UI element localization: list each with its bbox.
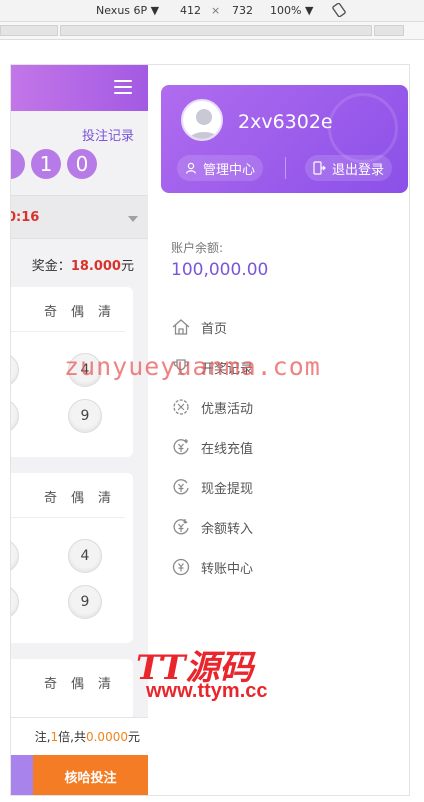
quick-options: 奇 偶 清 xyxy=(11,673,133,692)
menu-icon[interactable] xyxy=(114,80,132,94)
nav-label: 余额转入 xyxy=(201,521,254,537)
bet-record-link[interactable]: 投注记录 xyxy=(82,125,134,144)
number-ball[interactable]: 9 xyxy=(68,585,102,619)
user-card: 2xv6302e 管理中心 退出登录 xyxy=(161,85,408,193)
number-ball[interactable]: 9 xyxy=(68,399,102,433)
brand-url: www.ttym.cc xyxy=(146,680,268,702)
bottom-action-bar: 核哈投注 xyxy=(11,755,148,795)
option-odd[interactable]: 奇 xyxy=(44,487,57,506)
number-ball[interactable]: 8 xyxy=(11,399,19,433)
rotate-icon[interactable] xyxy=(332,3,346,17)
user-actions: 管理中心 退出登录 xyxy=(161,155,408,181)
option-clear[interactable]: 清 xyxy=(98,301,111,320)
username: 2xv6302e xyxy=(238,111,333,133)
confirm-bet-button[interactable]: 核哈投注 xyxy=(33,755,148,795)
card-watermark xyxy=(328,93,398,163)
chevron-down-icon[interactable] xyxy=(128,216,138,222)
result-ball: 1 xyxy=(31,149,61,179)
option-clear[interactable]: 清 xyxy=(98,487,111,506)
number-ball[interactable]: 4 xyxy=(68,539,102,573)
result-balls: 1 0 xyxy=(11,149,97,179)
transfer-center-icon xyxy=(171,557,191,577)
action-separator xyxy=(285,157,286,179)
bet-amount: 0.0000 xyxy=(85,729,128,744)
nav-item-recharge[interactable]: 在线充值 xyxy=(171,435,391,459)
bet-multiple: 1 xyxy=(50,729,59,744)
avatar[interactable] xyxy=(181,99,223,141)
option-even[interactable]: 偶 xyxy=(71,673,84,692)
result-ball xyxy=(11,149,25,179)
balance-value: 100,000.00 xyxy=(171,260,269,280)
countdown-timer: 0:16 xyxy=(11,210,40,225)
bet-mid: 倍,共 xyxy=(58,730,86,744)
zoom-select[interactable]: 100% ▼ xyxy=(270,4,313,17)
nav-label: 优惠活动 xyxy=(201,401,254,417)
quick-options: 奇 偶 清 xyxy=(11,301,133,320)
main-page: 投注记录 1 0 0:16 奖金：18.000元 奇 偶 清 3 4 8 9 xyxy=(11,65,148,795)
nav-label: 首页 xyxy=(201,321,228,337)
bet-summary: 注, 1 倍,共 0.0000 元 xyxy=(11,717,148,755)
prize-info: 奖金：18.000元 xyxy=(32,255,134,274)
logout-label: 退出登录 xyxy=(332,162,385,178)
bet-card: 奇 偶 清 3 4 8 9 xyxy=(11,473,133,643)
withdraw-icon xyxy=(171,477,191,497)
nav-label: 现金提现 xyxy=(201,481,254,497)
nav-item-home[interactable]: 首页 xyxy=(171,315,391,339)
nav-label: 转账中心 xyxy=(201,561,254,577)
bottom-left-button[interactable] xyxy=(11,755,33,795)
countdown-row[interactable]: 0:16 xyxy=(11,195,148,239)
prize-value: 18.000 xyxy=(70,259,121,274)
user-icon xyxy=(188,109,220,139)
ruler-segment[interactable] xyxy=(0,25,58,36)
nav-item-promotions[interactable]: 优惠活动 xyxy=(171,395,391,419)
bet-prefix: 注, xyxy=(34,730,51,744)
quick-options: 奇 偶 清 xyxy=(11,487,133,506)
prize-unit: 元 xyxy=(120,259,134,274)
media-query-ruler xyxy=(0,22,424,40)
devtools-toolbar: Nexus 6P ▼ 412 × 732 100% ▼ xyxy=(0,0,424,22)
ruler-segment[interactable] xyxy=(60,25,372,36)
home-icon xyxy=(171,317,191,337)
number-ball[interactable]: 3 xyxy=(11,539,19,573)
nav-item-withdraw[interactable]: 现金提现 xyxy=(171,475,391,499)
bet-card: 奇 偶 清 xyxy=(11,659,133,719)
option-clear[interactable]: 清 xyxy=(98,673,111,692)
balance-label: 账户余额: xyxy=(171,241,224,255)
top-bar xyxy=(11,65,148,111)
logout-icon xyxy=(313,161,326,175)
divider xyxy=(11,517,125,518)
nav-item-transfer-center[interactable]: 转账中心 xyxy=(171,555,391,579)
number-ball[interactable]: 3 xyxy=(11,353,19,387)
width-field[interactable]: 412 xyxy=(180,4,201,17)
device-select[interactable]: Nexus 6P ▼ xyxy=(96,4,159,17)
person-icon xyxy=(185,162,197,174)
ruler-segment[interactable] xyxy=(374,25,404,36)
manage-center-label: 管理中心 xyxy=(203,162,256,178)
divider xyxy=(11,331,125,332)
transfer-in-icon xyxy=(171,517,191,537)
recharge-icon xyxy=(171,437,191,457)
prize-label: 奖金： xyxy=(31,259,71,274)
option-even[interactable]: 偶 xyxy=(71,301,84,320)
height-field[interactable]: 732 xyxy=(232,4,253,17)
manage-center-button[interactable]: 管理中心 xyxy=(177,155,264,181)
bet-unit: 元 xyxy=(127,730,140,744)
option-odd[interactable]: 奇 xyxy=(44,673,57,692)
result-ball: 0 xyxy=(67,149,97,179)
watermark-text: zunyueyuanma.com xyxy=(64,352,321,381)
option-odd[interactable]: 奇 xyxy=(44,301,57,320)
gift-icon xyxy=(171,397,191,417)
logout-button[interactable]: 退出登录 xyxy=(305,155,393,181)
number-ball[interactable]: 8 xyxy=(11,585,19,619)
nav-label: 在线充值 xyxy=(201,441,254,457)
dimension-separator: × xyxy=(211,4,221,17)
option-even[interactable]: 偶 xyxy=(71,487,84,506)
nav-item-transfer-in[interactable]: 余额转入 xyxy=(171,515,391,539)
